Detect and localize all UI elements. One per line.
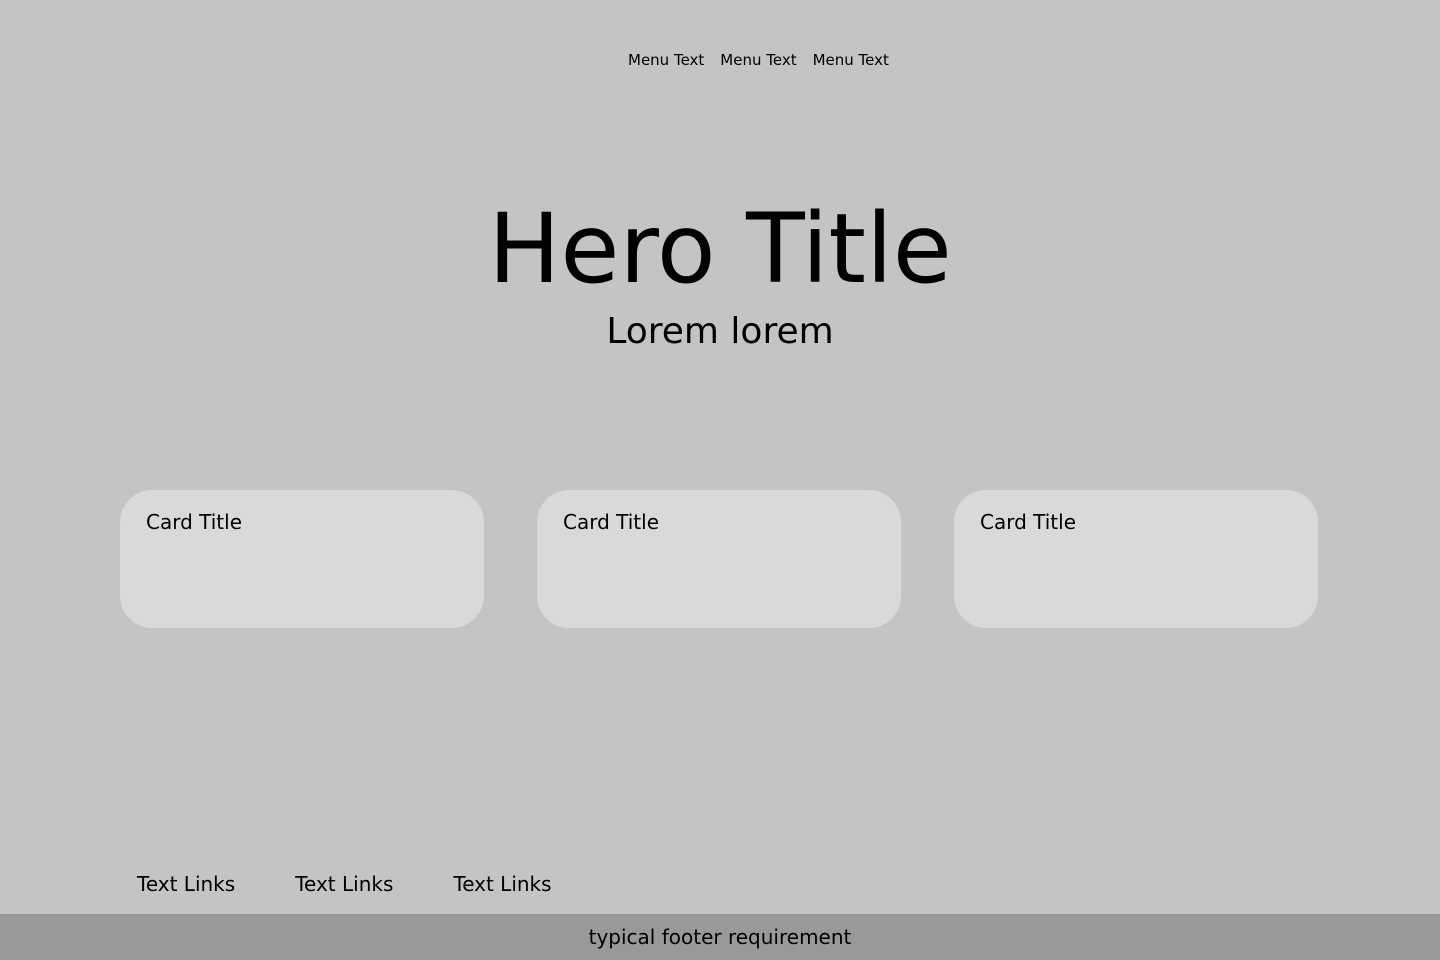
footer-link-3[interactable]: Text Links: [453, 871, 551, 897]
hero-subtitle: Lorem lorem: [606, 311, 834, 352]
footer-link-1[interactable]: Text Links: [137, 871, 235, 897]
footer-text: typical footer requirement: [588, 925, 852, 949]
card-3[interactable]: Card Title: [954, 490, 1318, 628]
card-title: Card Title: [980, 510, 1077, 534]
card-title: Card Title: [563, 510, 660, 534]
nav-item-menu-3[interactable]: Menu Text: [805, 51, 897, 69]
nav-item-menu-2[interactable]: Menu Text: [712, 51, 804, 69]
card-row: Card Title Card Title Card Title: [120, 490, 1318, 628]
footer-bar: typical footer requirement: [0, 914, 1440, 960]
hero-title: Hero Title: [488, 193, 952, 305]
top-nav: Menu Text Menu Text Menu Text: [620, 49, 897, 71]
card-1[interactable]: Card Title: [120, 490, 484, 628]
card-title: Card Title: [146, 510, 243, 534]
nav-item-menu-1[interactable]: Menu Text: [620, 51, 712, 69]
footer-link-2[interactable]: Text Links: [295, 871, 393, 897]
footer-links: Text Links Text Links Text Links: [137, 871, 552, 897]
card-2[interactable]: Card Title: [537, 490, 901, 628]
